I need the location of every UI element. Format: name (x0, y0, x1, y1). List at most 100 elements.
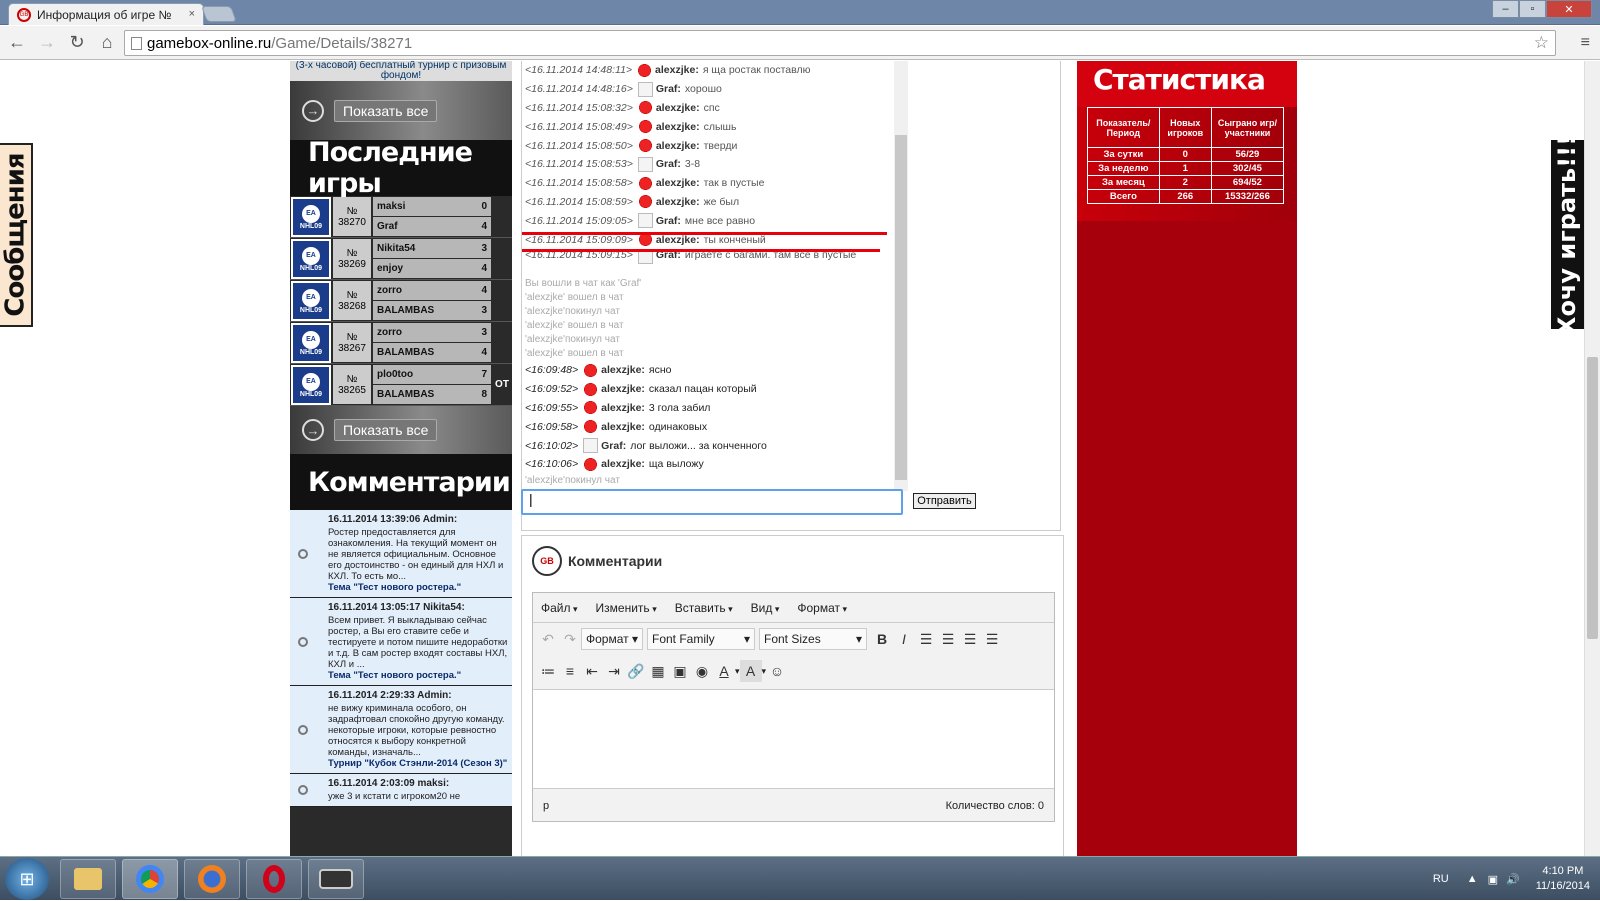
address-bar[interactable]: gamebox-online.ru/Game/Details/38271 ☆ (124, 30, 1556, 56)
chat-scrollbar[interactable] (894, 61, 908, 491)
chat-username[interactable]: Graf: (656, 158, 681, 170)
back-icon[interactable]: ← (4, 32, 30, 53)
background-color-icon[interactable]: A (739, 660, 762, 682)
align-center-icon[interactable]: ☰ (937, 628, 959, 650)
font-sizes-dropdown[interactable]: Font Sizes ▾ (759, 628, 867, 650)
volume-icon[interactable]: 🔊 (1506, 873, 1520, 886)
user-avatar-icon[interactable] (637, 81, 653, 97)
explorer-taskbar-button[interactable] (60, 859, 116, 899)
show-all-button[interactable]: Показать все (334, 99, 438, 122)
opera-taskbar-button[interactable] (246, 859, 302, 899)
minimize-button[interactable]: – (1492, 0, 1519, 18)
italic-icon[interactable]: I (893, 628, 915, 650)
tab-close-icon[interactable]: × (189, 8, 195, 20)
player-row[interactable]: enjoy 4 (373, 259, 491, 278)
link-icon[interactable]: 🔗 (625, 660, 647, 682)
start-button[interactable]: ⊞ (5, 858, 49, 900)
chrome-menu-icon[interactable]: ≡ (1581, 34, 1590, 52)
menu-view[interactable]: Вид (751, 601, 780, 615)
chat-username[interactable]: alexzjke: (655, 64, 699, 76)
bold-icon[interactable]: B (871, 628, 893, 650)
chat-username[interactable]: alexzjke: (601, 402, 645, 414)
font-family-dropdown[interactable]: Font Family ▾ (647, 628, 755, 650)
language-indicator[interactable]: RU (1433, 873, 1449, 885)
want-play-side-tab[interactable]: Хочу играть!!! (1551, 134, 1584, 335)
user-avatar-icon[interactable] (583, 362, 599, 378)
chat-username[interactable]: Graf: (601, 440, 626, 452)
user-avatar-icon[interactable] (637, 119, 653, 135)
align-left-icon[interactable]: ☰ (915, 628, 937, 650)
game-number[interactable]: № 38269 (333, 239, 371, 278)
comment-topic-link[interactable]: Турнир "Кубок Стэнли-2014 (Сезон 3)" (328, 758, 508, 769)
comment-topic-link[interactable]: Тема "Тест нового ростера." (328, 582, 508, 593)
rhl-taskbar-button[interactable] (308, 859, 364, 899)
user-avatar-icon[interactable] (637, 138, 653, 154)
user-avatar-icon[interactable] (583, 438, 599, 454)
player-row[interactable]: plo0too 7 (373, 365, 491, 384)
user-avatar-icon[interactable] (637, 62, 653, 78)
redo-icon[interactable]: ↷ (559, 628, 581, 650)
forward-icon[interactable]: → (34, 32, 60, 53)
chrome-taskbar-button[interactable] (122, 859, 178, 899)
image-icon[interactable]: ▣ (669, 660, 691, 682)
editor-text-area[interactable] (533, 689, 1054, 789)
chat-username[interactable]: alexzjke: (601, 458, 645, 470)
close-window-button[interactable]: ✕ (1546, 0, 1592, 18)
page-scrollbar-thumb[interactable] (1587, 357, 1598, 639)
chat-username[interactable]: Graf: (656, 83, 681, 95)
promo-text[interactable]: (3-х часовой) бесплатный турнир с призов… (290, 61, 512, 81)
format-dropdown[interactable]: Формат ▾ (581, 628, 643, 650)
bookmark-star-icon[interactable]: ☆ (1534, 33, 1549, 53)
player-row[interactable]: BALAMBAS 8 (373, 385, 491, 404)
user-avatar-icon[interactable] (637, 194, 653, 210)
outdent-icon[interactable]: ⇤ (581, 660, 603, 682)
clock[interactable]: 4:10 PM 11/16/2014 (1536, 864, 1590, 894)
player-row[interactable]: BALAMBAS 4 (373, 343, 491, 362)
game-number[interactable]: № 38265 (333, 365, 371, 404)
indent-icon[interactable]: ⇥ (603, 660, 625, 682)
media-icon[interactable]: ▦ (647, 660, 669, 682)
game-row[interactable]: EA NHL09 № 38265 plo0too 7 BALAMBAS 8 OT (290, 364, 512, 406)
game-number[interactable]: № 38267 (333, 323, 371, 362)
network-icon[interactable]: ▣ (1488, 873, 1498, 886)
bullet-list-icon[interactable]: ≔ (537, 660, 559, 682)
game-row[interactable]: EA NHL09 № 38269 Nikita54 3 enjoy 4 (290, 238, 512, 280)
show-all-button[interactable]: Показать все (334, 419, 438, 441)
reload-icon[interactable]: ↻ (64, 32, 90, 53)
comment-topic-link[interactable]: Тема "Тест нового ростера." (328, 670, 508, 681)
chat-username[interactable]: alexzjke: (601, 364, 645, 376)
player-row[interactable]: Graf 4 (373, 217, 491, 236)
align-right-icon[interactable]: ☰ (959, 628, 981, 650)
tab-active[interactable]: GB Информация об игре № × (8, 3, 204, 25)
game-number[interactable]: № 38270 (333, 197, 371, 236)
user-avatar-icon[interactable] (583, 400, 599, 416)
player-row[interactable]: Nikita54 3 (373, 239, 491, 258)
page-scrollbar[interactable] (1584, 61, 1600, 856)
chat-username[interactable]: alexzjke: (656, 196, 700, 208)
emoticons-icon[interactable]: ☺ (766, 660, 788, 682)
user-avatar-icon[interactable] (583, 456, 599, 472)
undo-icon[interactable]: ↶ (537, 628, 559, 650)
numbered-list-icon[interactable]: ≡ (559, 660, 581, 682)
show-all-games[interactable]: → Показать все (290, 406, 512, 454)
player-row[interactable]: BALAMBAS 3 (373, 301, 491, 320)
chat-username[interactable]: alexzjke: (601, 383, 645, 395)
user-avatar-icon[interactable] (583, 419, 599, 435)
comment-item[interactable]: 16.11.2014 2:29:33 Admin: не вижу кримина… (290, 686, 512, 774)
chat-username[interactable]: alexzjke: (656, 177, 700, 189)
firefox-taskbar-button[interactable] (184, 859, 240, 899)
user-avatar-icon[interactable] (637, 156, 653, 172)
user-avatar-icon[interactable] (637, 175, 653, 191)
comment-item[interactable]: 16.11.2014 13:05:17 Nikita54: Всем привет… (290, 598, 512, 686)
align-justify-icon[interactable]: ☰ (981, 628, 1003, 650)
show-all-tournaments[interactable]: → Показать все (290, 81, 512, 140)
player-row[interactable]: zorro 3 (373, 323, 491, 342)
home-icon[interactable]: ⌂ (94, 32, 120, 53)
new-tab-button[interactable] (201, 6, 237, 22)
preview-icon[interactable]: ◉ (691, 660, 713, 682)
user-avatar-icon[interactable] (637, 213, 653, 229)
chat-username[interactable]: alexzjke: (601, 421, 645, 433)
messages-side-tab[interactable]: Сообщения (0, 143, 33, 327)
chat-username[interactable]: alexzjke: (656, 121, 700, 133)
chat-username[interactable]: Graf: (656, 215, 681, 227)
